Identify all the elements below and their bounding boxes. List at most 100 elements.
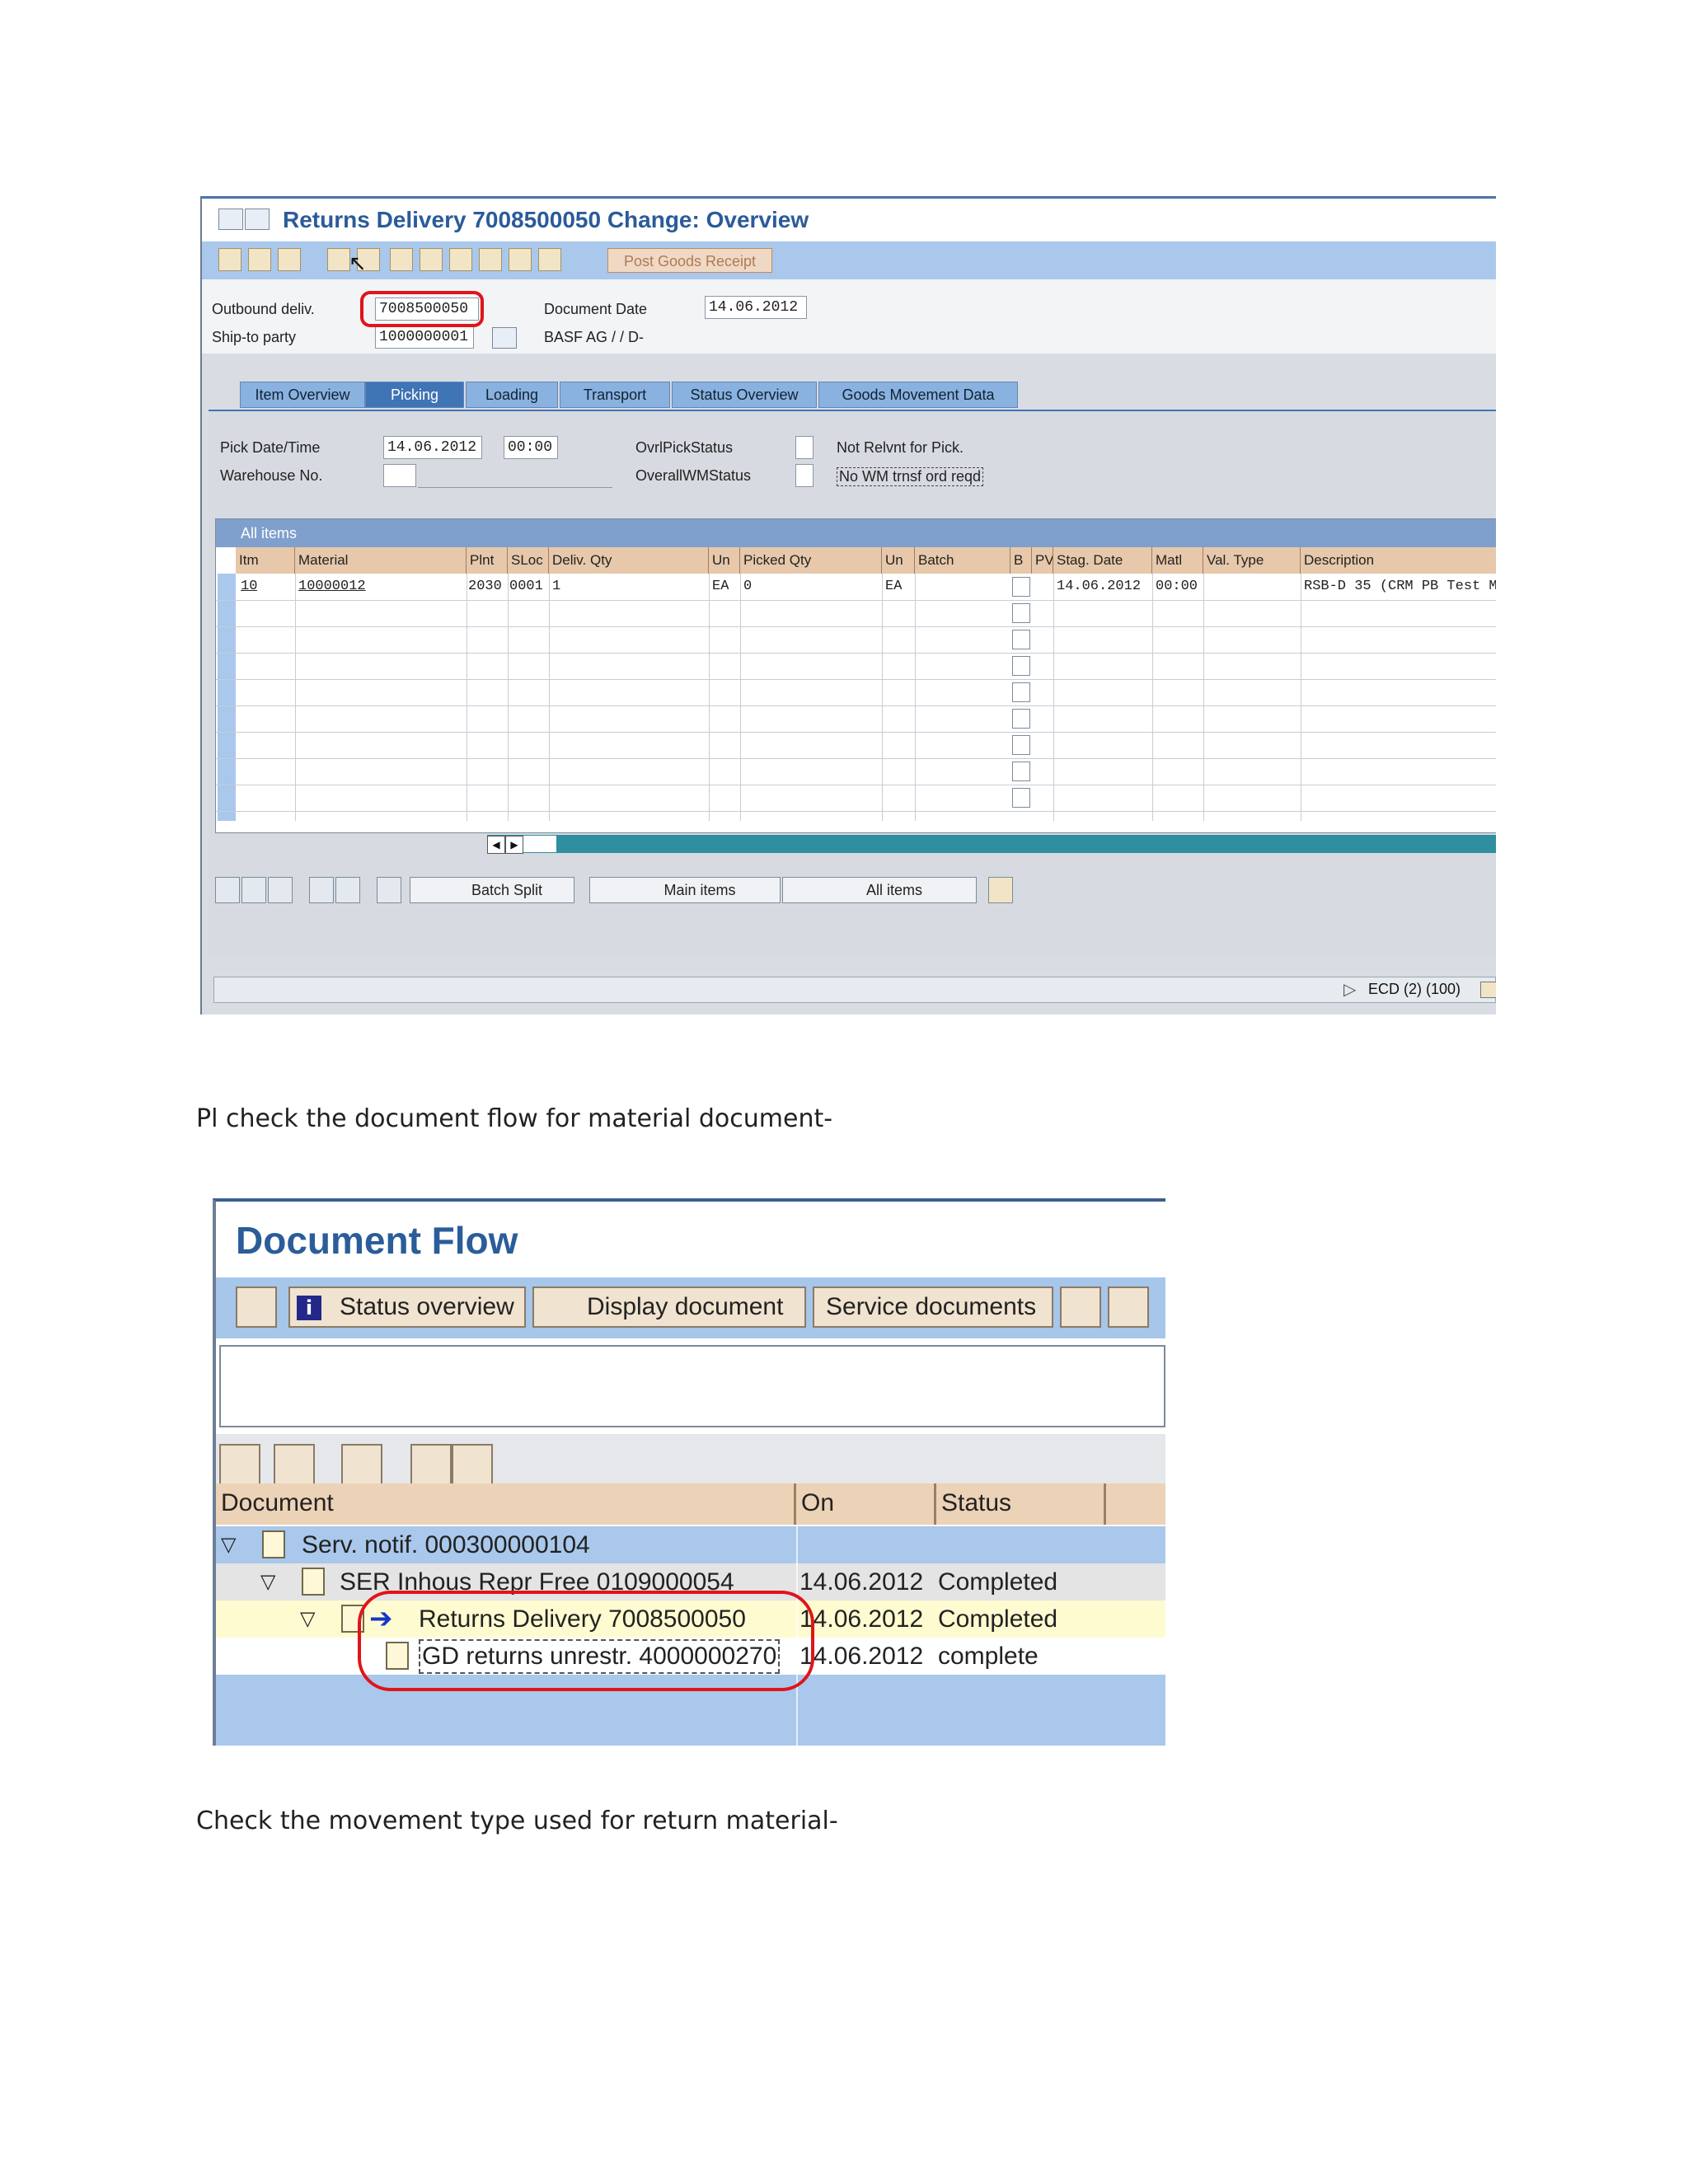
col-picked-qty[interactable]: Picked Qty xyxy=(740,547,882,574)
delete-icon[interactable] xyxy=(278,248,301,271)
document-flow-icon[interactable] xyxy=(327,248,350,271)
collapse-all-icon[interactable] xyxy=(274,1444,315,1485)
edit-icon[interactable] xyxy=(218,248,241,271)
cell-itm[interactable]: 10 xyxy=(241,579,257,594)
batch-checkbox[interactable] xyxy=(1012,788,1030,808)
delete-row-icon[interactable] xyxy=(335,877,360,903)
batch-checkbox[interactable] xyxy=(1012,577,1030,597)
horizontal-scrollbar[interactable]: ◀ ▶ xyxy=(215,835,1496,854)
batch-checkbox[interactable] xyxy=(1012,656,1030,676)
document-date-field[interactable]: 14.06.2012 xyxy=(705,296,807,319)
deselect-all-icon[interactable] xyxy=(268,877,293,903)
select-all-icon[interactable] xyxy=(241,877,266,903)
doc-gd-returns-status: complete xyxy=(938,1643,1039,1670)
relationship-icon[interactable] xyxy=(1108,1286,1149,1328)
cancel-icon[interactable] xyxy=(538,248,561,271)
list-item[interactable]: ▽ Serv. notif. 000300000104 xyxy=(216,1526,1165,1563)
warehouse-no-field[interactable] xyxy=(383,464,416,487)
batch-checkbox[interactable] xyxy=(1012,603,1030,623)
tab-goods-movement-data[interactable]: Goods Movement Data xyxy=(818,382,1018,408)
find-icon[interactable] xyxy=(341,1444,382,1485)
col-batch[interactable]: Batch xyxy=(915,547,1010,574)
batch-checkbox[interactable] xyxy=(1012,762,1030,781)
col-extra[interactable] xyxy=(1106,1483,1165,1525)
col-itm[interactable]: Itm xyxy=(236,547,295,574)
tab-item-overview[interactable]: Item Overview xyxy=(240,382,365,408)
display-document-button[interactable]: Display document xyxy=(532,1286,806,1328)
scroll-right-icon[interactable]: ▶ xyxy=(505,836,523,854)
col-material[interactable]: Material xyxy=(295,547,467,574)
expand-all-icon[interactable] xyxy=(219,1444,260,1485)
batch-split-button[interactable]: Batch Split xyxy=(410,877,574,903)
chart-icon[interactable] xyxy=(1060,1286,1101,1328)
cell-picked-qty[interactable]: 0 xyxy=(743,579,752,594)
tab-transport[interactable]: Transport xyxy=(560,382,670,408)
batch-checkbox[interactable] xyxy=(1012,630,1030,649)
col-line-4 xyxy=(549,574,550,821)
doc-serv-notif[interactable]: Serv. notif. 000300000104 xyxy=(302,1526,590,1563)
print-icon[interactable] xyxy=(390,248,413,271)
col-sloc[interactable]: SLoc xyxy=(508,547,549,574)
status-expand-icon[interactable]: ▷ xyxy=(1343,979,1356,999)
overall-wm-status-field[interactable] xyxy=(795,464,814,487)
tab-picking[interactable]: Picking xyxy=(365,382,464,408)
ovrl-pick-status-field[interactable] xyxy=(795,436,814,459)
batch-checkbox[interactable] xyxy=(1012,709,1030,729)
address-icon[interactable] xyxy=(492,327,517,349)
col-matl[interactable]: Matl xyxy=(1152,547,1203,574)
status-menu-icon[interactable] xyxy=(1480,982,1496,998)
service-documents-button[interactable]: Service documents xyxy=(813,1286,1053,1328)
cell-un2: EA xyxy=(885,579,903,594)
col-plnt[interactable]: Plnt xyxy=(467,547,508,574)
batch-checkbox[interactable] xyxy=(1012,735,1030,755)
settings-icon[interactable] xyxy=(988,877,1013,903)
cell-deliv-qty[interactable]: 1 xyxy=(552,579,560,594)
warehouse-underline xyxy=(418,487,612,488)
batch-checkbox[interactable] xyxy=(1012,682,1030,702)
tab-loading[interactable]: Loading xyxy=(466,382,558,408)
layout-icon[interactable] xyxy=(377,877,401,903)
col-val-type[interactable]: Val. Type xyxy=(1203,547,1301,574)
pick-time-field[interactable]: 00:00 xyxy=(504,436,558,459)
collapse-icon[interactable]: ▽ xyxy=(300,1601,315,1638)
menu-icon[interactable] xyxy=(245,209,270,230)
scroll-thumb[interactable] xyxy=(523,836,556,852)
magnify-icon[interactable] xyxy=(236,1286,277,1328)
pick-date-field[interactable]: 14.06.2012 xyxy=(383,436,482,459)
col-deliv-qty[interactable]: Deliv. Qty xyxy=(549,547,709,574)
print-icon[interactable] xyxy=(410,1444,452,1485)
status-overview-button[interactable]: Status overview xyxy=(288,1286,526,1328)
cell-stag-date: 14.06.2012 xyxy=(1057,579,1142,594)
col-on[interactable]: On xyxy=(796,1483,936,1525)
print-preview-icon[interactable] xyxy=(452,1444,493,1485)
main-items-button[interactable]: Main items xyxy=(589,877,781,903)
col-b[interactable]: B xyxy=(1010,547,1032,574)
col-un[interactable]: Un xyxy=(709,547,740,574)
texts-icon[interactable] xyxy=(420,248,443,271)
col-document[interactable]: Document xyxy=(216,1483,796,1525)
title-bar: Returns Delivery 7008500050 Change: Over… xyxy=(202,199,1496,242)
post-goods-receipt-button[interactable]: Post Goods Receipt xyxy=(607,248,772,273)
row-selector-column[interactable] xyxy=(218,574,236,821)
change-display-icon[interactable] xyxy=(248,248,271,271)
ovrl-pick-status-text: Not Relvnt for Pick. xyxy=(837,439,964,456)
col-pv[interactable]: PV xyxy=(1032,547,1053,574)
ship-to-party-field[interactable]: 1000000001 xyxy=(375,326,474,349)
all-items-button[interactable]: All items xyxy=(782,877,977,903)
collapse-icon[interactable]: ▽ xyxy=(260,1563,275,1601)
overall-wm-status-label: OverallWMStatus xyxy=(635,467,752,484)
transaction-icon[interactable] xyxy=(218,209,243,230)
details-icon[interactable] xyxy=(215,877,240,903)
collapse-icon[interactable]: ▽ xyxy=(221,1526,236,1563)
tools-icon[interactable] xyxy=(479,248,502,271)
col-description[interactable]: Description xyxy=(1301,547,1496,574)
insert-row-icon[interactable] xyxy=(309,877,334,903)
output-icon[interactable] xyxy=(509,248,532,271)
cell-material[interactable]: 10000012 xyxy=(298,579,366,594)
scroll-left-icon[interactable]: ◀ xyxy=(487,836,505,854)
col-stag-date[interactable]: Stag. Date xyxy=(1053,547,1152,574)
tab-status-overview[interactable]: Status Overview xyxy=(672,382,817,408)
col-un2[interactable]: Un xyxy=(882,547,915,574)
col-status[interactable]: Status xyxy=(936,1483,1106,1525)
transport-icon[interactable] xyxy=(449,248,472,271)
